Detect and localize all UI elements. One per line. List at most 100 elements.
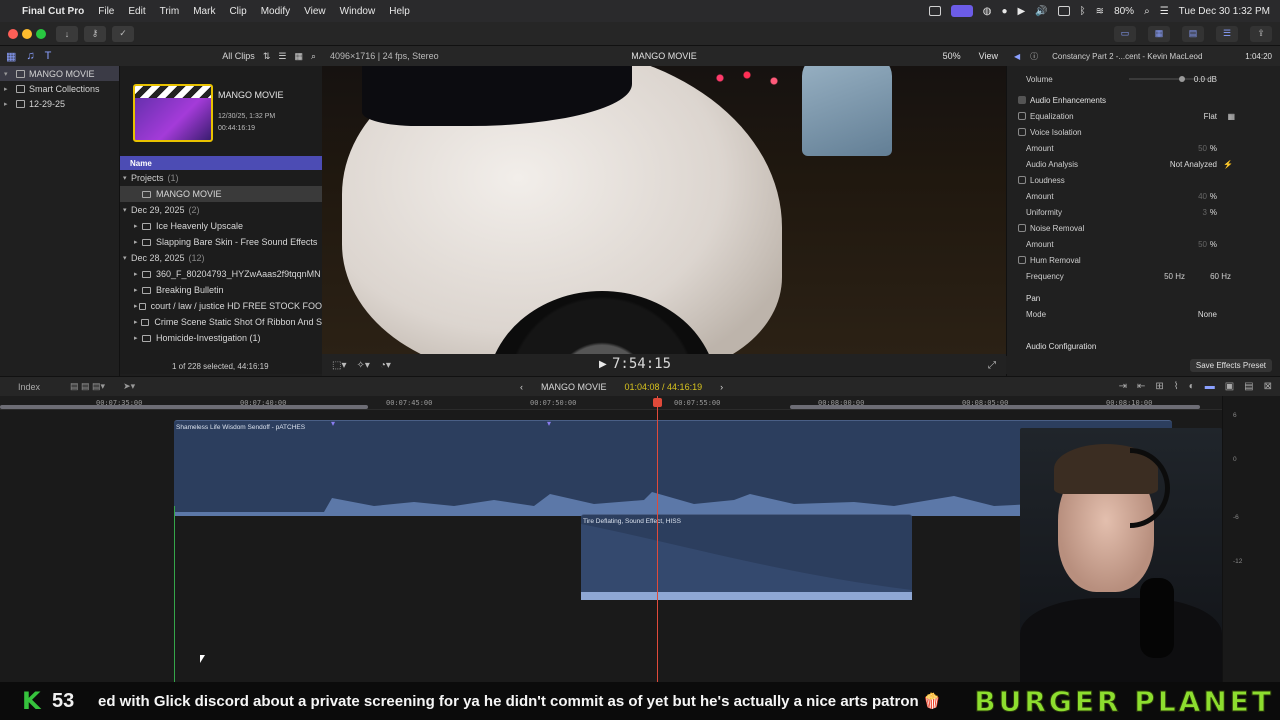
volume-icon[interactable]: 🔊 bbox=[1035, 6, 1047, 17]
bluetooth-icon[interactable]: ᛒ bbox=[1080, 6, 1086, 17]
speed-icon[interactable]: ◔▾ bbox=[380, 360, 391, 371]
snapping-icon[interactable]: ▣ bbox=[1225, 381, 1234, 392]
magic-wand-icon[interactable]: ✧▾ bbox=[356, 360, 369, 371]
share-button[interactable]: ⇪ bbox=[1250, 25, 1272, 42]
append-icon[interactable]: ⊞ bbox=[1155, 381, 1163, 392]
pan-mode-dropdown[interactable]: None bbox=[1198, 310, 1217, 319]
transform-icon[interactable]: ⬚▾ bbox=[332, 360, 346, 371]
project-thumbnail-row[interactable]: MANGO MOVIE 12/30/25, 1:32 PM 00:44:16:1… bbox=[120, 66, 322, 154]
project-thumbnail[interactable] bbox=[133, 84, 213, 142]
list-item[interactable]: ▸ Slapping Bare Skin - Free Sound Effects bbox=[120, 234, 322, 250]
equalization-dropdown[interactable]: Flat bbox=[1204, 112, 1217, 121]
group-row[interactable]: ▾ Projects (1) bbox=[120, 170, 322, 186]
keyword-button[interactable]: ⚷ bbox=[84, 25, 106, 42]
zoom-dropdown[interactable]: 50% bbox=[943, 51, 961, 61]
list-item[interactable]: ▸ court / law / justice HD FREE STOCK FOO bbox=[120, 298, 322, 314]
clip-appearance-icon[interactable]: ▤ bbox=[1244, 381, 1253, 392]
menu-trim[interactable]: Trim bbox=[160, 6, 180, 17]
disclosure-icon[interactable]: ▾ bbox=[4, 70, 12, 78]
back-icon[interactable]: ‹ bbox=[520, 382, 523, 392]
noise-amount-value[interactable]: 50 bbox=[1198, 240, 1207, 249]
minimize-window-icon[interactable] bbox=[22, 28, 32, 39]
voice-amount-value[interactable]: 50 bbox=[1198, 144, 1207, 153]
volume-knob[interactable] bbox=[1179, 76, 1185, 82]
list-item[interactable]: ▸ Breaking Bulletin bbox=[120, 282, 322, 298]
menu-window[interactable]: Window bbox=[340, 6, 376, 17]
browser-toggle-button[interactable]: ▦ bbox=[1148, 25, 1170, 42]
list-item[interactable]: MANGO MOVIE bbox=[120, 186, 322, 202]
menu-view[interactable]: View bbox=[304, 6, 326, 17]
volume-value[interactable]: 0.0 dB bbox=[1194, 75, 1217, 84]
menu-help[interactable]: Help bbox=[389, 6, 410, 17]
list-item[interactable]: ▸ Ice Heavenly Upscale bbox=[120, 218, 322, 234]
circle-icon[interactable]: ● bbox=[1001, 6, 1007, 17]
list-item[interactable]: ▸ Crime Scene Static Shot Of Ribbon And S bbox=[120, 314, 322, 330]
frequency-60hz-radio[interactable]: 60 Hz bbox=[1210, 272, 1231, 281]
play-button[interactable]: ▶ bbox=[599, 359, 607, 370]
background-tasks-button[interactable]: ✓ bbox=[112, 25, 134, 42]
libraries-icon[interactable]: ▦ bbox=[6, 50, 16, 63]
list-item[interactable]: ▸ Homicide-Investigation (1) bbox=[120, 330, 322, 346]
disclosure-icon[interactable]: ▸ bbox=[4, 85, 12, 93]
hum-removal-checkbox[interactable] bbox=[1018, 256, 1026, 264]
search-icon[interactable]: ⌕ bbox=[311, 51, 316, 62]
effects-browser-icon[interactable]: ⊠ bbox=[1264, 381, 1272, 392]
solo-icon[interactable]: ▬ bbox=[1205, 381, 1215, 392]
range-selection-bar[interactable] bbox=[0, 405, 368, 409]
display-icon[interactable] bbox=[1057, 6, 1070, 16]
inspector-toggle-button[interactable]: ☰ bbox=[1216, 25, 1238, 42]
disclosure-icon[interactable]: ▸ bbox=[4, 100, 12, 108]
timeline-ruler[interactable]: 00:07:35:00 00:07:40:00 00:07:45:00 00:0… bbox=[0, 396, 1222, 410]
screen-record-icon[interactable] bbox=[928, 6, 941, 16]
group-row[interactable]: ▾ Dec 29, 2025 (2) bbox=[120, 202, 322, 218]
import-button[interactable]: ↓ bbox=[56, 25, 78, 42]
marker-icon[interactable]: ▾ bbox=[331, 419, 335, 428]
list-view-icon[interactable]: ☰ bbox=[278, 51, 286, 62]
search-icon[interactable]: ⌕ bbox=[1144, 6, 1150, 17]
select-tool-icon[interactable]: ➤▾ bbox=[123, 381, 135, 392]
play-icon[interactable]: ▶ bbox=[1018, 6, 1026, 17]
frequency-50hz-radio[interactable]: 50 Hz bbox=[1164, 272, 1185, 281]
close-window-icon[interactable] bbox=[8, 28, 18, 39]
edit-tools-icon[interactable]: ▤ ▤ ▤▾ bbox=[70, 381, 105, 392]
audio-enhancements-row[interactable]: Audio Enhancements bbox=[1007, 92, 1280, 108]
menu-modify[interactable]: Modify bbox=[261, 6, 290, 17]
photos-audio-icon[interactable]: ♫ bbox=[26, 50, 34, 62]
eq-graph-icon[interactable]: ▦ bbox=[1227, 112, 1235, 121]
uniformity-value[interactable]: 3 bbox=[1203, 208, 1207, 217]
timeline-toggle-button[interactable]: ▤ bbox=[1182, 25, 1204, 42]
titles-generators-icon[interactable]: T bbox=[45, 50, 52, 62]
menu-clip[interactable]: Clip bbox=[229, 6, 246, 17]
menu-edit[interactable]: Edit bbox=[128, 6, 145, 17]
grid-icon[interactable]: ◍ bbox=[983, 6, 992, 17]
control-center-icon[interactable]: ☰ bbox=[1160, 6, 1169, 17]
fullscreen-icon[interactable]: ⤢ bbox=[988, 360, 996, 371]
voice-isolation-checkbox[interactable] bbox=[1018, 128, 1026, 136]
menu-file[interactable]: File bbox=[98, 6, 114, 17]
menu-mark[interactable]: Mark bbox=[193, 6, 215, 17]
playhead[interactable] bbox=[657, 396, 658, 682]
viewer-frame[interactable] bbox=[322, 66, 1006, 354]
equalization-checkbox[interactable] bbox=[1018, 112, 1026, 120]
forward-icon[interactable]: › bbox=[720, 382, 723, 392]
group-row[interactable]: ▾ Dec 28, 2025 (12) bbox=[120, 250, 322, 266]
loudness-amount-value[interactable]: 40 bbox=[1198, 192, 1207, 201]
info-icon[interactable]: ⓘ bbox=[1030, 51, 1038, 62]
connect-icon[interactable]: ⇥ bbox=[1119, 381, 1127, 392]
zoom-window-icon[interactable] bbox=[36, 28, 46, 39]
sidebar-item-smart-collections[interactable]: ▸ Smart Collections bbox=[0, 81, 119, 96]
playhead-handle[interactable] bbox=[653, 398, 662, 407]
name-column-header[interactable]: Name bbox=[120, 156, 322, 170]
index-button[interactable]: Index bbox=[18, 382, 40, 392]
timeline-clip[interactable]: Tire Deflating, Sound Effect, HISS bbox=[581, 514, 912, 600]
insert-icon[interactable]: ⇤ bbox=[1137, 381, 1145, 392]
clip-filter-dropdown[interactable]: All Clips bbox=[222, 51, 255, 61]
skimming-icon[interactable]: ⌇ bbox=[1174, 381, 1179, 392]
sidebar-item-library[interactable]: ▾ MANGO MOVIE bbox=[0, 66, 119, 81]
clip-appearance-icon[interactable]: ▦ bbox=[294, 51, 303, 62]
audio-configuration-row[interactable]: Audio Configuration bbox=[1007, 338, 1280, 354]
wifi-icon[interactable]: ≋ bbox=[1096, 6, 1104, 17]
loudness-checkbox[interactable] bbox=[1018, 176, 1026, 184]
timeline-project-dropdown[interactable]: MANGO MOVIE bbox=[541, 382, 607, 392]
share-layout-button[interactable]: ▭ bbox=[1114, 25, 1136, 42]
